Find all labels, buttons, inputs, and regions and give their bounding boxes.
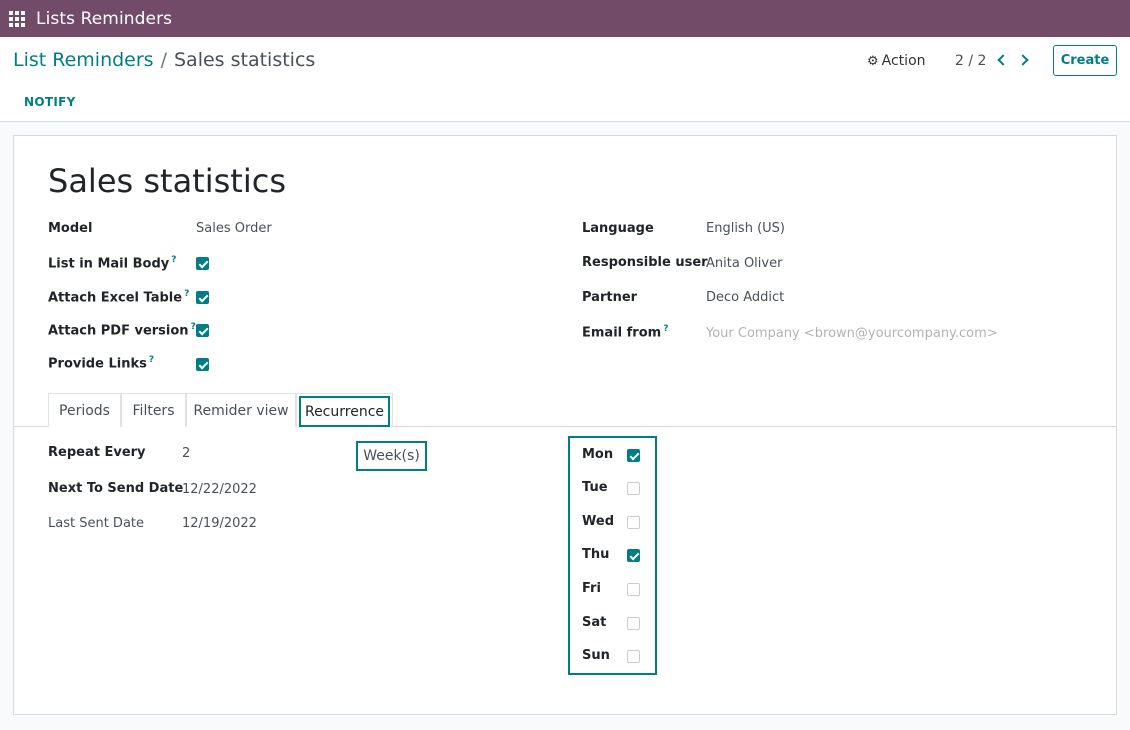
day-label-thu: Thu [582,547,610,562]
tab-recurrence[interactable]: Recurrence [296,393,393,427]
help-question-icon[interactable]: ? [191,322,196,332]
model-value[interactable]: Sales Order [196,221,272,236]
notify-button[interactable]: NOTIFY [24,95,76,109]
create-button[interactable]: Create [1053,45,1117,76]
day-checkbox-tue[interactable] [627,482,640,495]
email-from-label: Email from? [582,324,668,340]
responsible-user-label: Responsible user [582,255,708,270]
form-sheet: Sales statistics Model Sales Order List … [13,135,1117,715]
last-sent-date-label: Last Sent Date [48,516,145,531]
tab-recurrence-label: Recurrence [304,403,385,420]
day-checkbox-sat[interactable] [627,617,640,630]
email-from-text: Email from [582,325,662,341]
weekdays-group: Mon Tue Wed Thu Fri Sat Sun [568,436,657,675]
partner-label: Partner [582,290,638,305]
repeat-unit-select[interactable]: Week(s) [356,441,427,471]
day-label-fri: Fri [582,581,601,596]
day-checkbox-fri[interactable] [627,583,640,596]
repeat-every-label: Repeat Every [48,445,146,460]
list-in-mail-body-text: List in Mail Body [48,256,170,272]
provide-links-label: Provide Links? [48,355,154,371]
chevron-right-icon [1016,54,1029,66]
apps-grid-icon[interactable] [9,10,25,27]
pager-next-button[interactable] [1015,49,1033,71]
control-panel: List Reminders / Sales statistics ⚙ Acti… [0,37,1130,122]
top-navbar: Lists Reminders [0,0,1130,37]
breadcrumb-separator: / [160,49,167,71]
day-checkbox-thu[interactable] [627,549,640,562]
model-label: Model [48,221,93,236]
help-question-icon[interactable]: ? [663,324,668,334]
tab-recurrence-highlight: Recurrence [299,396,390,427]
day-label-mon: Mon [582,447,614,462]
day-checkbox-sun[interactable] [627,650,640,663]
action-label: Action [881,53,926,69]
email-from-input[interactable]: Your Company <brown@yourcompany.com> [706,326,998,341]
repeat-every-value[interactable]: 2 [182,446,190,461]
app-title[interactable]: Lists Reminders [36,9,172,29]
day-label-wed: Wed [582,514,614,529]
attach-excel-checkbox[interactable] [196,291,209,304]
repeat-unit-value: Week(s) [363,448,420,464]
help-question-icon[interactable]: ? [171,255,176,265]
list-in-mail-body-checkbox[interactable] [196,257,209,270]
action-menu-button[interactable]: ⚙ Action [867,53,926,69]
last-sent-date-value: 12/19/2022 [182,516,257,531]
day-checkbox-mon[interactable] [627,449,640,462]
pager-previous-button[interactable] [992,49,1010,71]
day-label-sat: Sat [582,615,607,630]
gear-icon: ⚙ [867,53,879,69]
breadcrumb-parent-link[interactable]: List Reminders [13,49,154,71]
help-question-icon[interactable]: ? [149,355,154,365]
pager-value[interactable]: 2 / 2 [955,53,986,69]
day-label-tue: Tue [582,480,608,495]
next-send-date-label: Next To Send Date [48,481,184,496]
next-send-date-value[interactable]: 12/22/2022 [182,482,257,497]
tab-remider-view[interactable]: Remider view [186,393,296,427]
provide-links-checkbox[interactable] [196,358,209,371]
attach-pdf-checkbox[interactable] [196,324,209,337]
day-checkbox-wed[interactable] [627,516,640,529]
attach-excel-label: Attach Excel Table? [48,289,189,305]
day-label-sun: Sun [582,648,610,663]
responsible-user-value[interactable]: Anita Oliver [706,256,782,271]
partner-value[interactable]: Deco Addict [706,290,784,305]
language-value[interactable]: English (US) [706,221,785,236]
language-label: Language [582,221,654,236]
attach-pdf-label: Attach PDF version? [48,322,196,338]
breadcrumb-current: Sales statistics [174,49,316,71]
chevron-left-icon [996,54,1009,66]
breadcrumb: List Reminders / Sales statistics [13,49,315,71]
record-title[interactable]: Sales statistics [48,162,286,200]
help-question-icon[interactable]: ? [184,289,189,299]
attach-excel-text: Attach Excel Table [48,290,183,306]
list-in-mail-body-label: List in Mail Body? [48,255,176,271]
provide-links-text: Provide Links [48,356,147,372]
tab-filters[interactable]: Filters [121,393,186,427]
tab-periods[interactable]: Periods [48,393,121,427]
attach-pdf-text: Attach PDF version [48,323,189,339]
